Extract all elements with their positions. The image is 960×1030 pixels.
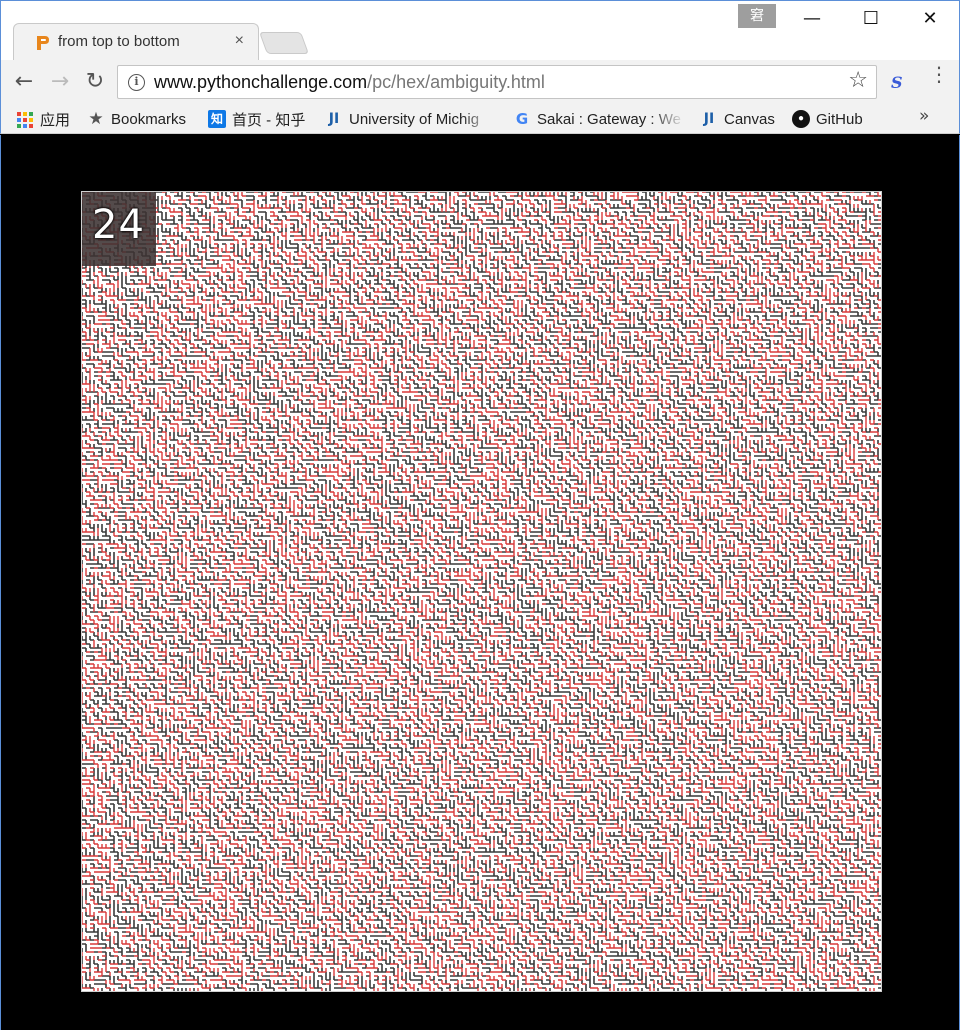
reload-button[interactable]: ↻ — [81, 68, 109, 96]
bookmarks-overflow-icon[interactable]: » — [919, 106, 929, 126]
ji-icon: JI — [328, 111, 340, 127]
bookmark-zhihu[interactable]: 知 首页 - 知乎 — [208, 108, 305, 130]
url-path: /pc/hex/ambiguity.html — [367, 72, 545, 92]
level-number: 24 — [92, 202, 145, 248]
star-icon: ★ — [88, 109, 104, 129]
maximize-button[interactable]: ☐ — [856, 7, 886, 31]
title-bar: from top to bottom × 窘 — ☐ ✕ — [0, 0, 960, 61]
menu-icon[interactable]: ⋮ — [929, 64, 949, 84]
bookmark-sakai[interactable]: G Sakai : Gateway : We — [513, 108, 685, 130]
extension-icon[interactable]: S — [891, 73, 903, 92]
url-text[interactable]: www.pythonchallenge.com/pc/hex/ambiguity… — [154, 72, 545, 93]
bookmark-label: Bookmarks — [111, 110, 187, 128]
bookmark-label: Canvas — [724, 110, 775, 128]
github-icon: ● — [792, 110, 810, 128]
toolbar: ← → ↻ i www.pythonchallenge.com/pc/hex/a… — [0, 60, 960, 104]
address-bar[interactable]: i www.pythonchallenge.com/pc/hex/ambigui… — [117, 65, 877, 99]
tab-close-icon[interactable]: × — [235, 32, 244, 50]
minimize-button[interactable]: — — [797, 7, 827, 31]
tab-title: from top to bottom — [58, 33, 180, 50]
bookmark-label: GitHub — [816, 110, 863, 128]
bookmark-label: University of Michig — [349, 110, 480, 128]
bookmarks-bar: 应用 ★ Bookmarks 知 首页 - 知乎 JI University o… — [0, 104, 960, 134]
maze-graphic — [82, 192, 881, 991]
zhihu-icon: 知 — [208, 110, 226, 128]
close-window-button[interactable]: ✕ — [915, 7, 945, 31]
bookmark-label: 应用 — [40, 111, 71, 129]
browser-window: from top to bottom × 窘 — ☐ ✕ ← → ↻ i www… — [0, 0, 960, 1030]
ime-indicator: 窘 — [738, 4, 776, 28]
google-icon: G — [515, 110, 529, 128]
bookmark-label: Sakai : Gateway : We — [537, 110, 681, 128]
bookmark-umich[interactable]: JI University of Michig — [325, 108, 495, 130]
back-button[interactable]: ← — [10, 68, 38, 96]
bookmark-github[interactable]: ● GitHub — [792, 108, 863, 130]
bookmark-star-icon[interactable]: ☆ — [848, 68, 868, 93]
python-favicon-icon — [37, 36, 49, 50]
ji-icon: JI — [703, 111, 715, 127]
bookmark-canvas[interactable]: JI Canvas — [700, 108, 775, 130]
url-host: www.pythonchallenge.com — [154, 72, 368, 92]
maze-image: 24 — [81, 191, 882, 992]
bookmark-bookmarks[interactable]: ★ Bookmarks — [87, 108, 186, 130]
bookmark-label: 首页 - 知乎 — [232, 111, 306, 129]
forward-button[interactable]: → — [46, 68, 74, 96]
bookmark-apps[interactable]: 应用 — [16, 108, 70, 130]
new-tab-button[interactable] — [258, 32, 310, 54]
page-content: 24 — [0, 135, 960, 1030]
info-icon[interactable]: i — [128, 74, 145, 91]
browser-tab[interactable]: from top to bottom × — [13, 23, 259, 61]
level-badge: 24 — [82, 192, 156, 266]
apps-grid-icon — [16, 110, 34, 128]
